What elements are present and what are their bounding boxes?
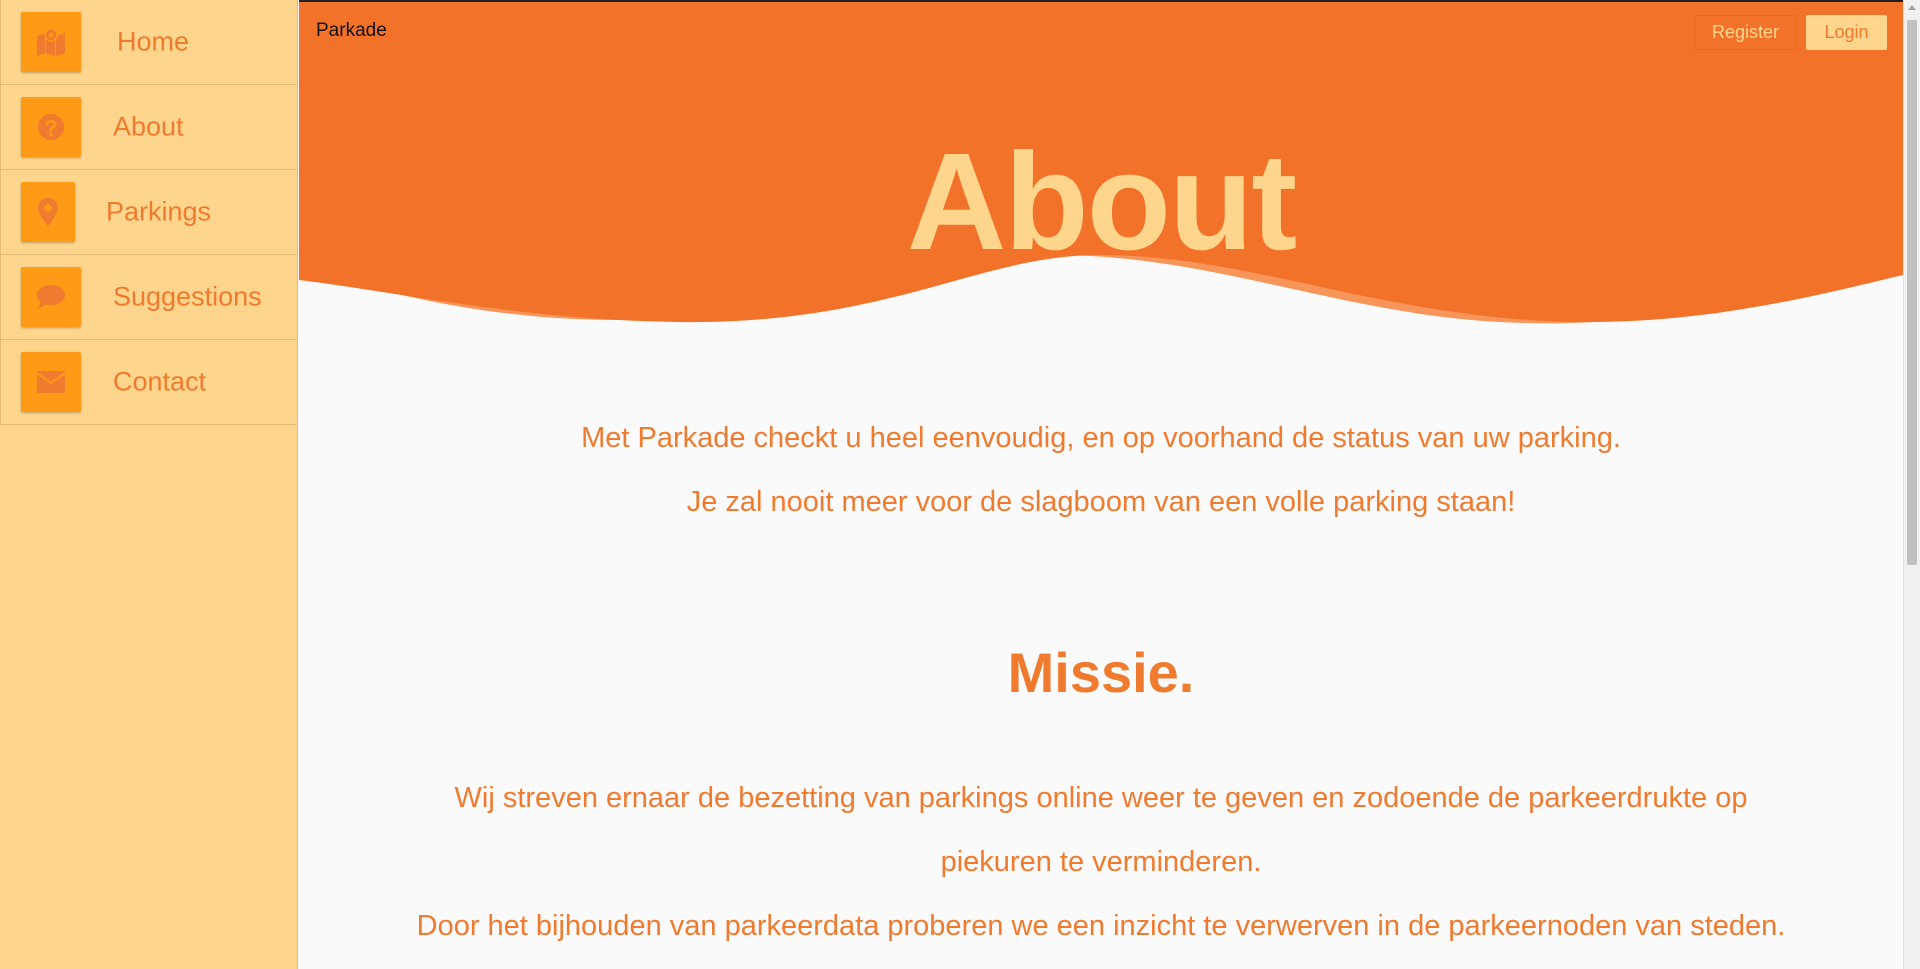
question-icon [21,97,81,157]
register-button[interactable]: Register [1694,15,1797,50]
sidebar-item-label: Home [117,26,190,57]
scroll-up-icon[interactable] [1908,5,1916,10]
vertical-scrollbar[interactable] [1903,0,1920,969]
sidebar-item-contact[interactable]: Contact [0,340,297,425]
sidebar-item-about[interactable]: About [0,85,297,170]
mission-section: Missie. [299,645,1903,701]
scrollbar-thumb[interactable] [1907,20,1917,565]
intro-section: Met Parkade checkt u heel eenvoudig, en … [299,406,1903,534]
sidebar-item-parkings[interactable]: Parkings [0,170,297,255]
map-icon [21,12,81,72]
intro-line-2: Je zal nooit meer voor de slagboom van e… [686,486,1516,518]
mission-line-1: Wij streven ernaar de bezetting van park… [454,782,1748,814]
sidebar-item-label: Suggestions [113,281,262,312]
intro-line-1: Met Parkade checkt u heel eenvoudig, en … [581,422,1621,454]
hero-banner: Parkade Register Login About [299,0,1903,340]
main-content: Parkade Register Login About Met Parkade… [299,0,1903,969]
comment-icon [21,267,81,327]
mission-line-2: piekuren te verminderen. [940,846,1262,878]
brand-name[interactable]: Parkade [316,20,387,42]
sidebar: Home About Parkings Suggestions Contact [0,0,298,969]
login-button[interactable]: Login [1806,15,1887,50]
mission-title: Missie. [1007,641,1195,704]
sidebar-item-label: About [113,111,184,142]
sidebar-item-home[interactable]: Home [0,0,297,85]
mission-line-3: Door het bijhouden van parkeerdata probe… [416,910,1786,942]
sidebar-item-label: Parkings [106,196,212,227]
sidebar-item-suggestions[interactable]: Suggestions [0,255,297,340]
map-pin-icon [21,182,75,242]
page-title: About [906,125,1298,279]
mission-text: Wij streven ernaar de bezetting van park… [299,766,1903,958]
envelope-icon [21,352,81,412]
sidebar-item-label: Contact [113,366,207,397]
